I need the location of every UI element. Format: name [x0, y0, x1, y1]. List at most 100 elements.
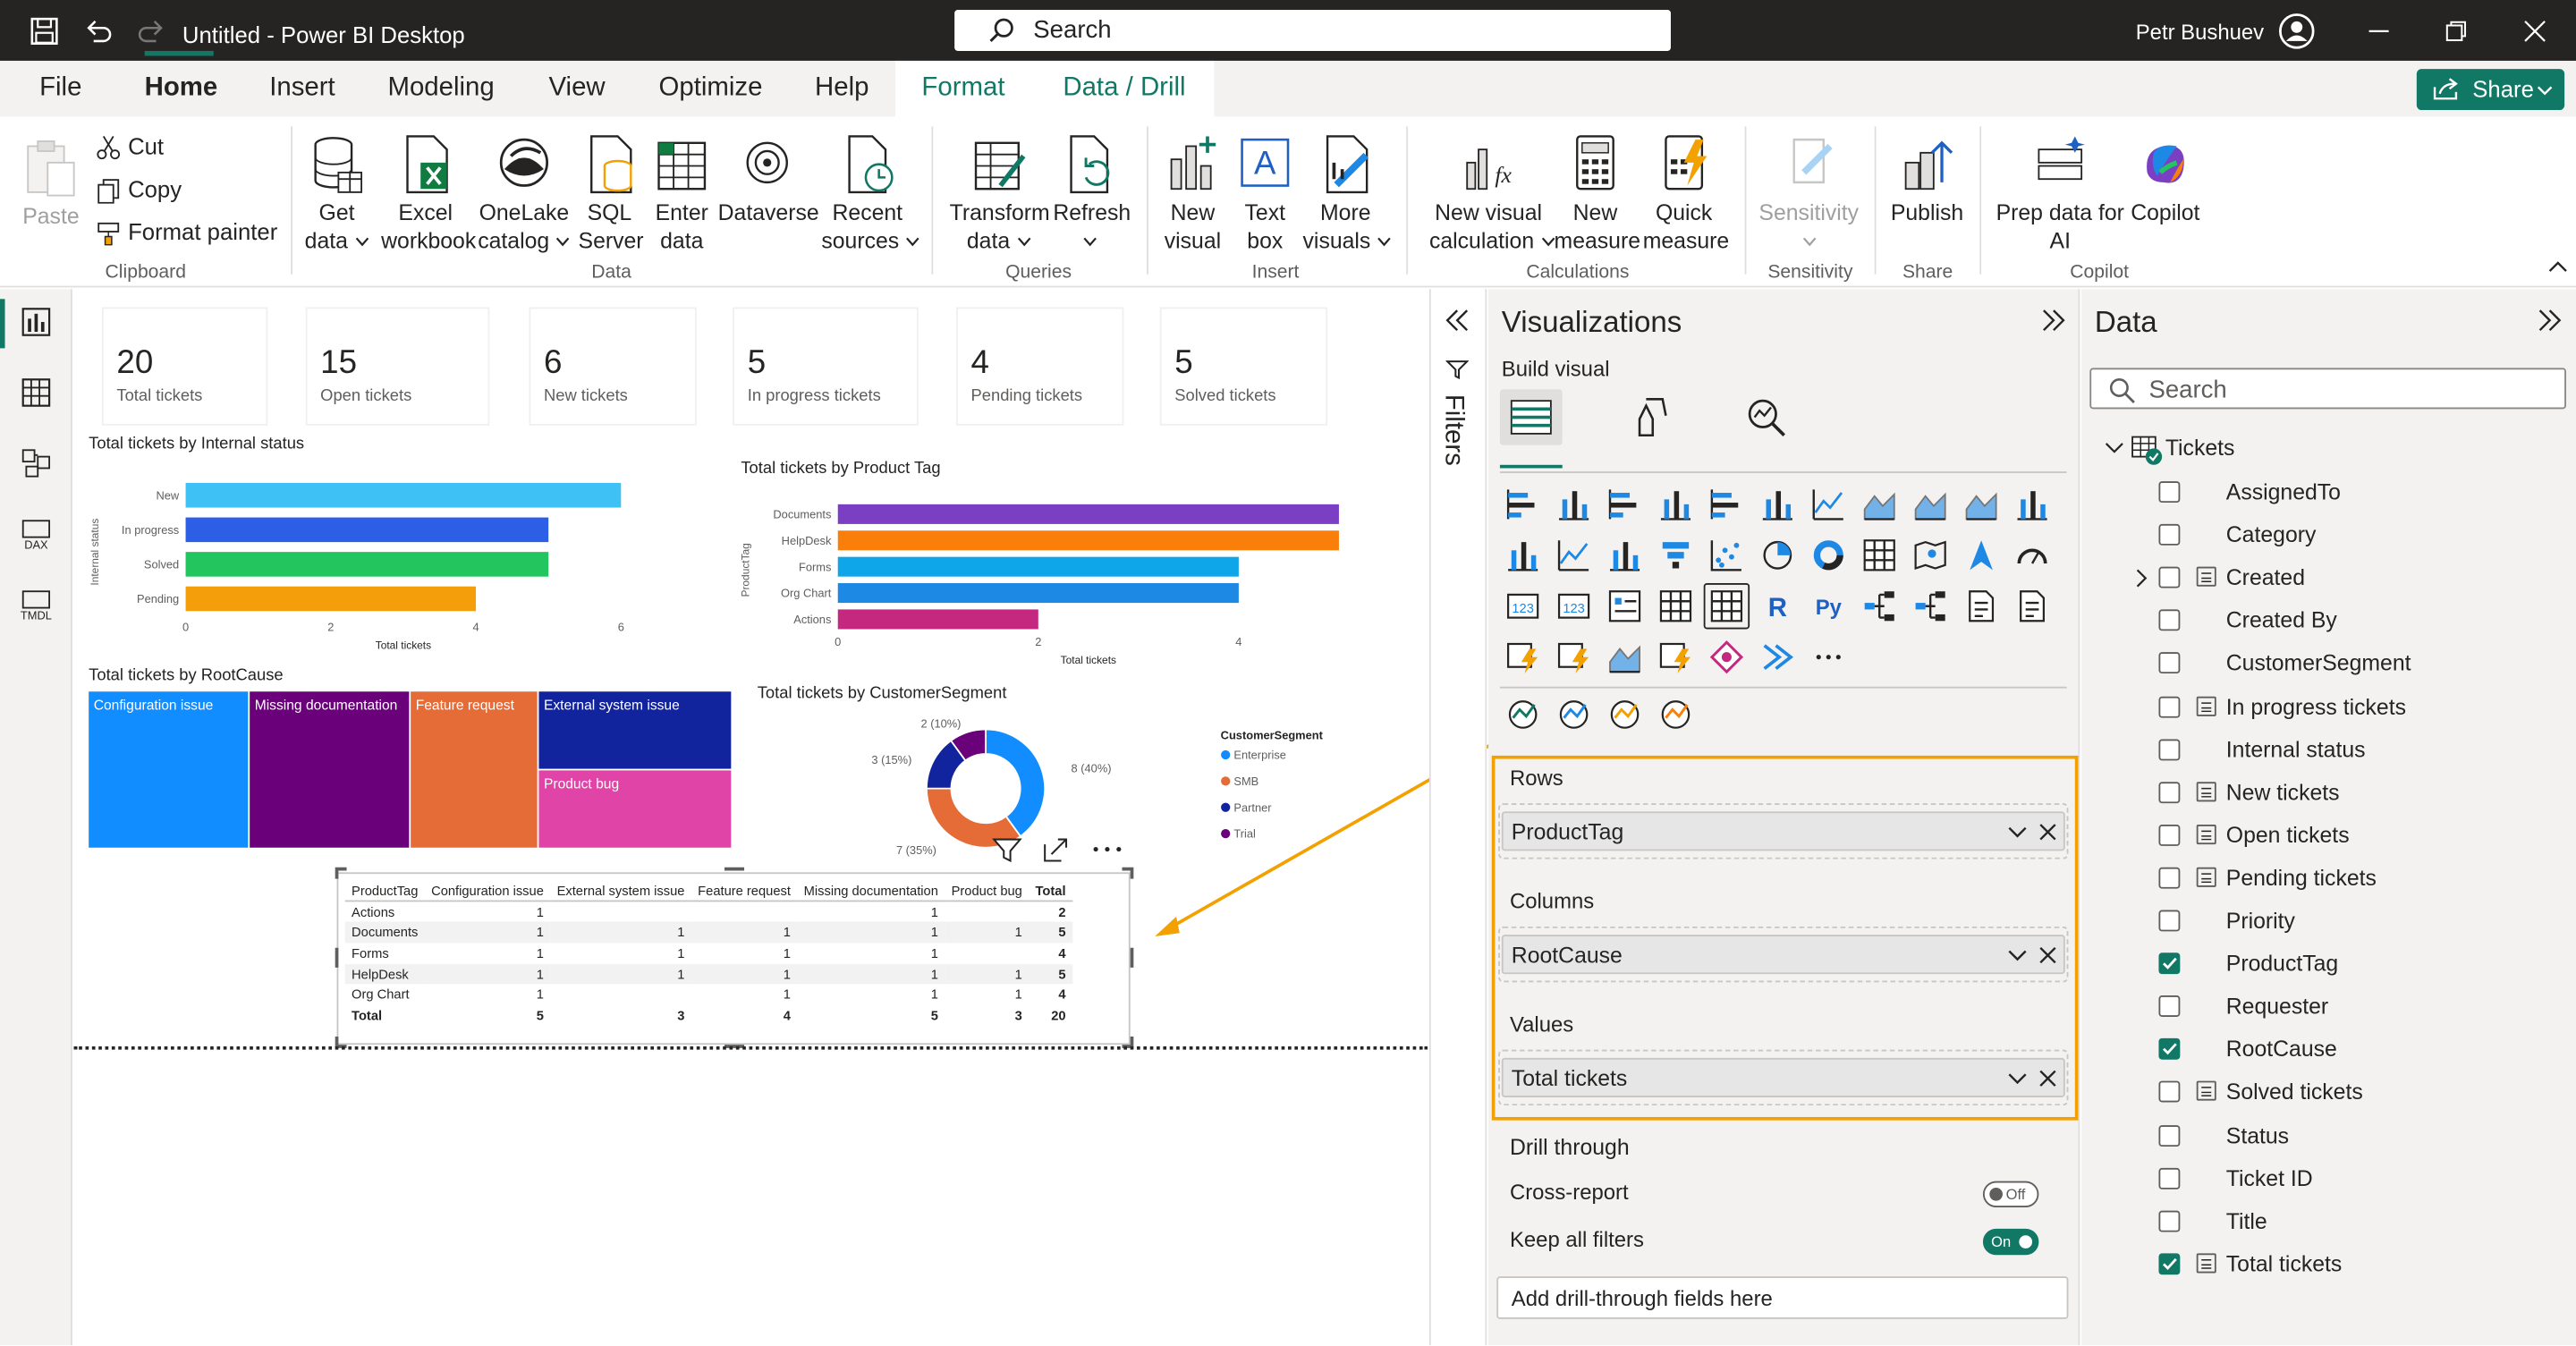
decomposition-tree-icon[interactable] [1912, 588, 1948, 624]
metrics-icon[interactable] [1606, 639, 1642, 674]
share-button[interactable]: Share [2416, 69, 2565, 111]
line-column-chart-icon[interactable] [1504, 538, 1540, 573]
new-visual-calculation-button[interactable]: fx New visual calculation [1429, 133, 1555, 255]
field-checkbox[interactable] [2158, 524, 2181, 546]
menu-help[interactable]: Help [815, 74, 869, 104]
field-item[interactable]: RootCause [2158, 1034, 2569, 1067]
key-influencers-icon[interactable] [1861, 588, 1897, 624]
slicer-icon[interactable] [1606, 588, 1642, 624]
analytics-icon[interactable] [1745, 396, 1788, 439]
field-item[interactable]: Pending tickets [2158, 862, 2569, 895]
tmdl-view-icon[interactable]: TMDL [15, 589, 58, 622]
kpi-card[interactable]: 6 New tickets [529, 307, 697, 426]
filter-icon[interactable] [992, 836, 1022, 863]
values-field-pill[interactable]: Total tickets [1501, 1057, 2065, 1097]
kpi-card[interactable]: 5 In progress tickets [733, 307, 919, 426]
publish-button[interactable]: Publish [1889, 133, 1964, 227]
area-100-chart-icon[interactable] [1963, 487, 1999, 522]
treemap-cell[interactable]: Configuration issue [89, 691, 249, 848]
stacked-area-chart-icon[interactable] [1912, 487, 1948, 522]
kpi-card[interactable]: 4 Pending tickets [955, 307, 1124, 426]
100-bar-chart-icon[interactable] [1708, 487, 1744, 522]
custom-kpi-icon[interactable] [1657, 697, 1693, 732]
chevron-down-icon[interactable] [2007, 950, 2027, 963]
expand-filters-icon[interactable] [1444, 309, 1470, 332]
field-checkbox[interactable] [2158, 609, 2181, 631]
pie-chart-icon[interactable] [1759, 538, 1795, 573]
treemap-icon[interactable] [1861, 538, 1897, 573]
menu-insert[interactable]: Insert [269, 74, 335, 104]
remove-field-icon[interactable] [2038, 946, 2056, 964]
field-item[interactable]: Created By [2158, 605, 2569, 638]
kpi-card[interactable]: 20 Total tickets [101, 307, 268, 426]
get-data-button[interactable]: Get data [302, 133, 371, 255]
field-checkbox[interactable] [2158, 1167, 2181, 1189]
field-item[interactable]: New tickets [2158, 776, 2569, 809]
field-item[interactable]: Category [2158, 520, 2569, 553]
refresh-button[interactable]: Refresh [1053, 133, 1131, 255]
collapse-pane-icon[interactable] [2040, 309, 2066, 332]
treemap-cell[interactable]: Product bug [538, 770, 732, 848]
remove-field-icon[interactable] [2038, 1070, 2056, 1088]
field-item[interactable]: Total tickets [2158, 1249, 2569, 1282]
chevron-right-icon[interactable] [2134, 569, 2148, 588]
new-visual-button[interactable]: New visual [1160, 133, 1225, 255]
quick-measure-button[interactable]: Quick measure [1643, 133, 1729, 255]
map-icon[interactable] [1912, 538, 1948, 573]
filled-map-icon[interactable] [1963, 538, 1999, 573]
report-view-icon[interactable] [21, 307, 51, 336]
menu-data-drill[interactable]: Data / Drill [1063, 74, 1185, 104]
chevron-down-icon[interactable] [2007, 826, 2027, 840]
restore-icon[interactable] [2445, 20, 2468, 43]
ribbon-icon[interactable] [1606, 538, 1642, 573]
model-view-icon[interactable] [21, 448, 51, 478]
field-checkbox[interactable] [2158, 824, 2181, 846]
more-options-icon[interactable] [1091, 844, 1124, 854]
field-checkbox[interactable] [2158, 952, 2181, 975]
stacked-bar-chart-icon[interactable] [1504, 487, 1540, 522]
collapse-pane-icon[interactable] [2537, 309, 2563, 332]
data-search-input[interactable]: Search [2089, 368, 2566, 410]
clustered-column-chart-icon[interactable] [1657, 487, 1693, 522]
card-icon[interactable]: 123 [1504, 588, 1540, 624]
paginated-report-icon[interactable] [2014, 588, 2050, 624]
selection-handles[interactable] [334, 866, 1135, 1052]
treemap-cell[interactable]: External system issue [538, 691, 732, 769]
gauge-icon[interactable] [2014, 538, 2050, 573]
field-item[interactable]: Requester [2158, 991, 2569, 1024]
clustered-bar-chart-icon[interactable] [1606, 487, 1642, 522]
field-item[interactable]: In progress tickets [2158, 690, 2569, 724]
azure-map-icon[interactable] [1708, 639, 1744, 674]
r-visual-icon[interactable]: R [1759, 588, 1795, 624]
more-visuals-button[interactable]: More visuals [1303, 133, 1391, 255]
text-box-button[interactable]: A Text box [1233, 133, 1298, 255]
trophy-visual-icon[interactable] [1606, 697, 1642, 732]
field-checkbox[interactable] [2158, 695, 2181, 717]
kpi-card[interactable]: 15 Open tickets [305, 307, 490, 426]
filters-label[interactable]: Filters [1437, 394, 1467, 466]
chevron-down-icon[interactable] [2105, 440, 2124, 456]
copilot-button[interactable]: Copilot [2129, 133, 2201, 227]
rootcause-treemap[interactable]: Configuration issue Missing documentatio… [89, 691, 732, 848]
line-stacked-column-icon[interactable] [1555, 538, 1591, 573]
menu-view[interactable]: View [548, 74, 605, 104]
excel-workbook-button[interactable]: Excel workbook [381, 133, 476, 255]
minimize-icon[interactable] [2368, 20, 2391, 43]
internal-status-bar-chart[interactable]: Internal status New In progress Solved Pendi… [82, 460, 674, 666]
kpi-card[interactable]: 5 Solved tickets [1159, 307, 1328, 426]
field-checkbox[interactable] [2158, 910, 2181, 932]
arcgis-icon[interactable] [1759, 639, 1795, 674]
new-measure-button[interactable]: New measure [1555, 133, 1640, 255]
power-automate-icon[interactable] [1657, 639, 1693, 674]
menu-optimize[interactable]: Optimize [659, 74, 763, 104]
menu-home[interactable]: Home [145, 74, 218, 104]
field-checkbox[interactable] [2158, 567, 2181, 588]
menu-format[interactable]: Format [921, 74, 1004, 104]
prep-data-ai-button[interactable]: Prep data for AI [1995, 133, 2126, 255]
qa-icon[interactable] [1963, 588, 1999, 624]
dax-query-view-icon[interactable]: DAX [18, 519, 54, 552]
avatar-icon[interactable] [2279, 13, 2315, 49]
menu-file[interactable]: File [39, 74, 81, 104]
save-icon[interactable] [30, 16, 59, 46]
remove-field-icon[interactable] [2038, 823, 2056, 841]
